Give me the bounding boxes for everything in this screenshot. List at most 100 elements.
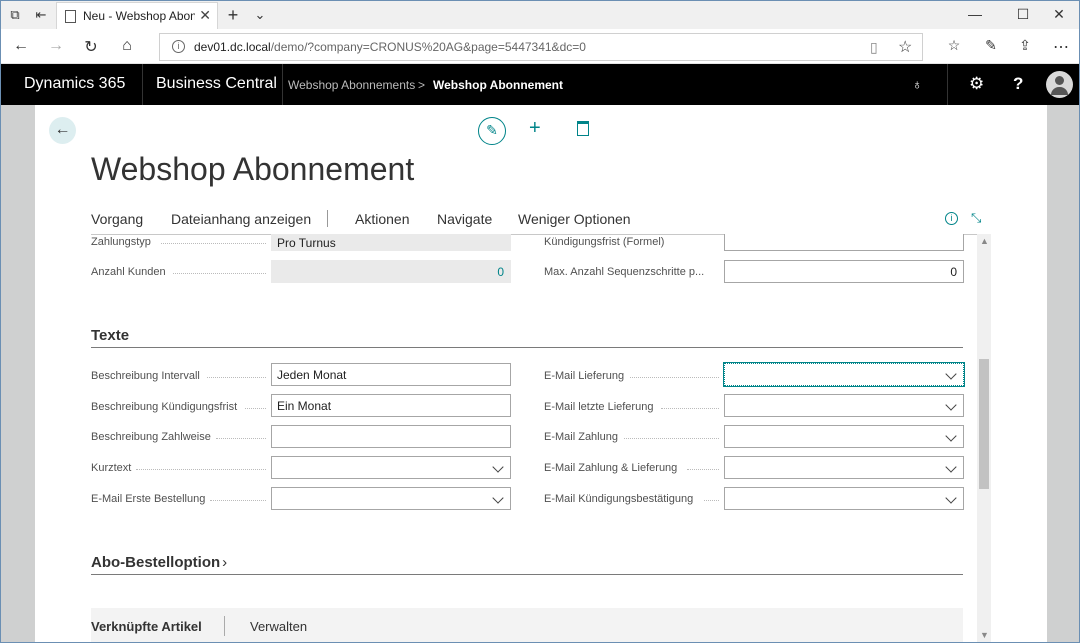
action-vorgang[interactable]: Vorgang [91,211,143,227]
email-zahlung-lieferung-dropdown[interactable] [724,456,964,479]
label-leader [210,500,266,501]
zahlungstyp-field: Pro Turnus [271,234,511,251]
new-tab-icon[interactable]: + [225,6,241,24]
reading-view-icon[interactable]: ▯ [870,39,878,56]
field-label: Beschreibung Intervall [91,370,200,382]
section-divider [91,347,963,348]
forward-arrow-icon[interactable]: → [46,37,66,55]
notes-pen-icon[interactable]: ✎ [981,37,1001,54]
favorites-list-icon[interactable]: ☆ [944,37,964,54]
email-zahlung-dropdown[interactable] [724,425,964,448]
subpage-title[interactable]: Verknüpfte Artikel [91,619,202,634]
subpage-action-verwalten[interactable]: Verwalten [250,619,307,634]
email-letzte-lieferung-dropdown[interactable] [724,394,964,417]
subpage-divider [224,616,225,636]
refresh-icon[interactable]: ↻ [81,37,101,57]
chevron-down-icon [945,461,957,473]
scroll-down-icon[interactable]: ▼ [980,630,989,640]
collapse-icon[interactable]: ⤡ [971,210,981,226]
section-divider [91,574,963,575]
back-arrow-icon[interactable]: ← [11,37,31,55]
edit-pencil-icon[interactable]: ✎ [478,117,506,145]
share-icon[interactable]: ⇪ [1015,37,1035,54]
action-navigate[interactable]: Navigate [437,211,492,227]
field-label: Kurztext [91,462,132,474]
label-leader [216,438,266,439]
action-aktionen[interactable]: Aktionen [355,211,409,227]
settings-gear-icon[interactable]: ⚙ [969,74,984,94]
back-arrow-icon[interactable]: ← [49,117,76,144]
chevron-down-icon [945,399,957,411]
minimize-icon[interactable]: — [965,6,985,22]
beschreibung-zahlweise-input[interactable] [271,425,511,448]
max-seq-input[interactable]: 0 [724,260,964,283]
delete-trash-icon[interactable] [577,121,589,136]
scroll-up-icon[interactable]: ▲ [980,236,989,246]
info-pane-icon[interactable]: i [945,212,958,225]
tab-title: Neu - Webshop Abonne [83,9,195,23]
tab-active[interactable]: Neu - Webshop Abonne ✕ [56,2,218,29]
field-label-kuendigungsfrist: Kündigungsfrist (Formel) [544,236,665,248]
avatar-body-icon [1051,87,1068,95]
email-erste-bestellung-dropdown[interactable] [271,487,511,510]
action-dateianhang[interactable]: Dateianhang anzeigen [171,211,311,227]
help-icon[interactable]: ? [1013,74,1023,94]
chevron-down-icon [945,430,957,442]
close-tab-icon[interactable]: ✕ [199,7,211,24]
beschreibung-kuendigungsfrist-input[interactable]: Ein Monat [271,394,511,417]
field-label: E-Mail letzte Lieferung [544,401,654,413]
avatar-head-icon [1055,76,1064,85]
favorite-star-icon[interactable]: ☆ [898,37,912,57]
breadcrumb-separator: > [418,78,426,92]
address-bar[interactable]: i dev01.dc.local/demo/?company=CRONUS%20… [159,33,923,61]
field-label: E-Mail Kündigungsbestätigung [544,493,694,505]
chevron-down-icon [492,492,504,504]
field-label: E-Mail Lieferung [544,370,625,382]
label-leader [173,273,266,274]
section-texte-heading[interactable]: Texte [91,327,129,344]
field-label-anzahl-kunden: Anzahl Kunden [91,266,166,278]
section-abo-heading[interactable]: Abo-Bestelloption › [91,554,227,571]
chevron-right-icon: › [222,554,228,571]
close-window-icon[interactable]: ✕ [1049,6,1069,23]
beschreibung-intervall-input[interactable]: Jeden Monat [271,363,511,386]
scrollbar-thumb[interactable] [979,359,989,489]
content-scrollbar[interactable]: ▲ ▼ [977,234,991,642]
field-label: E-Mail Zahlung [544,431,618,443]
anzahl-kunden-field[interactable]: 0 [271,260,511,283]
set-aside-tabs-icon[interactable]: ⇤ [33,7,49,23]
avatar[interactable] [1046,71,1073,98]
breadcrumb-parent[interactable]: Webshop Abonnements [288,78,415,92]
new-plus-icon[interactable]: + [529,117,541,140]
info-icon[interactable]: i [172,40,185,53]
brand-name[interactable]: Dynamics 365 [24,75,125,93]
field-label: E-Mail Erste Bestellung [91,493,206,505]
action-weniger-optionen[interactable]: Weniger Optionen [518,211,631,227]
field-label: Beschreibung Kündigungsfrist [91,401,238,413]
kuendigungsfrist-input[interactable] [724,234,964,251]
chevron-down-icon [492,461,504,473]
app-name[interactable]: Business Central [156,75,277,93]
url-text: dev01.dc.local/demo/?company=CRONUS%20AG… [194,40,586,54]
email-lieferung-dropdown[interactable] [723,362,965,387]
address-toolbar: ← → ↻ ⌂ i dev01.dc.local/demo/?company=C… [1,29,1079,64]
email-kuendigungsbestaetigung-dropdown[interactable] [724,487,964,510]
home-icon[interactable]: ⌂ [117,37,137,55]
more-icon[interactable]: ⋯ [1051,37,1071,57]
field-label-zahlungstyp: Zahlungstyp [91,236,151,248]
header-divider [947,64,948,105]
kurztext-dropdown[interactable] [271,456,511,479]
page-title: Webshop Abonnement [91,151,415,187]
label-leader [661,408,719,409]
label-leader [704,500,719,501]
label-leader [136,469,266,470]
action-divider [327,210,328,227]
lightbulb-icon[interactable]: ♁ [912,76,923,92]
label-leader [245,408,266,409]
tab-actions-icon[interactable]: ⧉ [7,7,23,23]
tab-list-chevron-icon[interactable]: ⌄ [252,7,268,23]
tab-bar: ⧉ ⇤ Neu - Webshop Abonne ✕ + ⌄ — ☐ ✕ [1,1,1079,29]
label-leader [630,377,719,378]
header-divider [142,64,143,105]
maximize-icon[interactable]: ☐ [1013,6,1033,23]
